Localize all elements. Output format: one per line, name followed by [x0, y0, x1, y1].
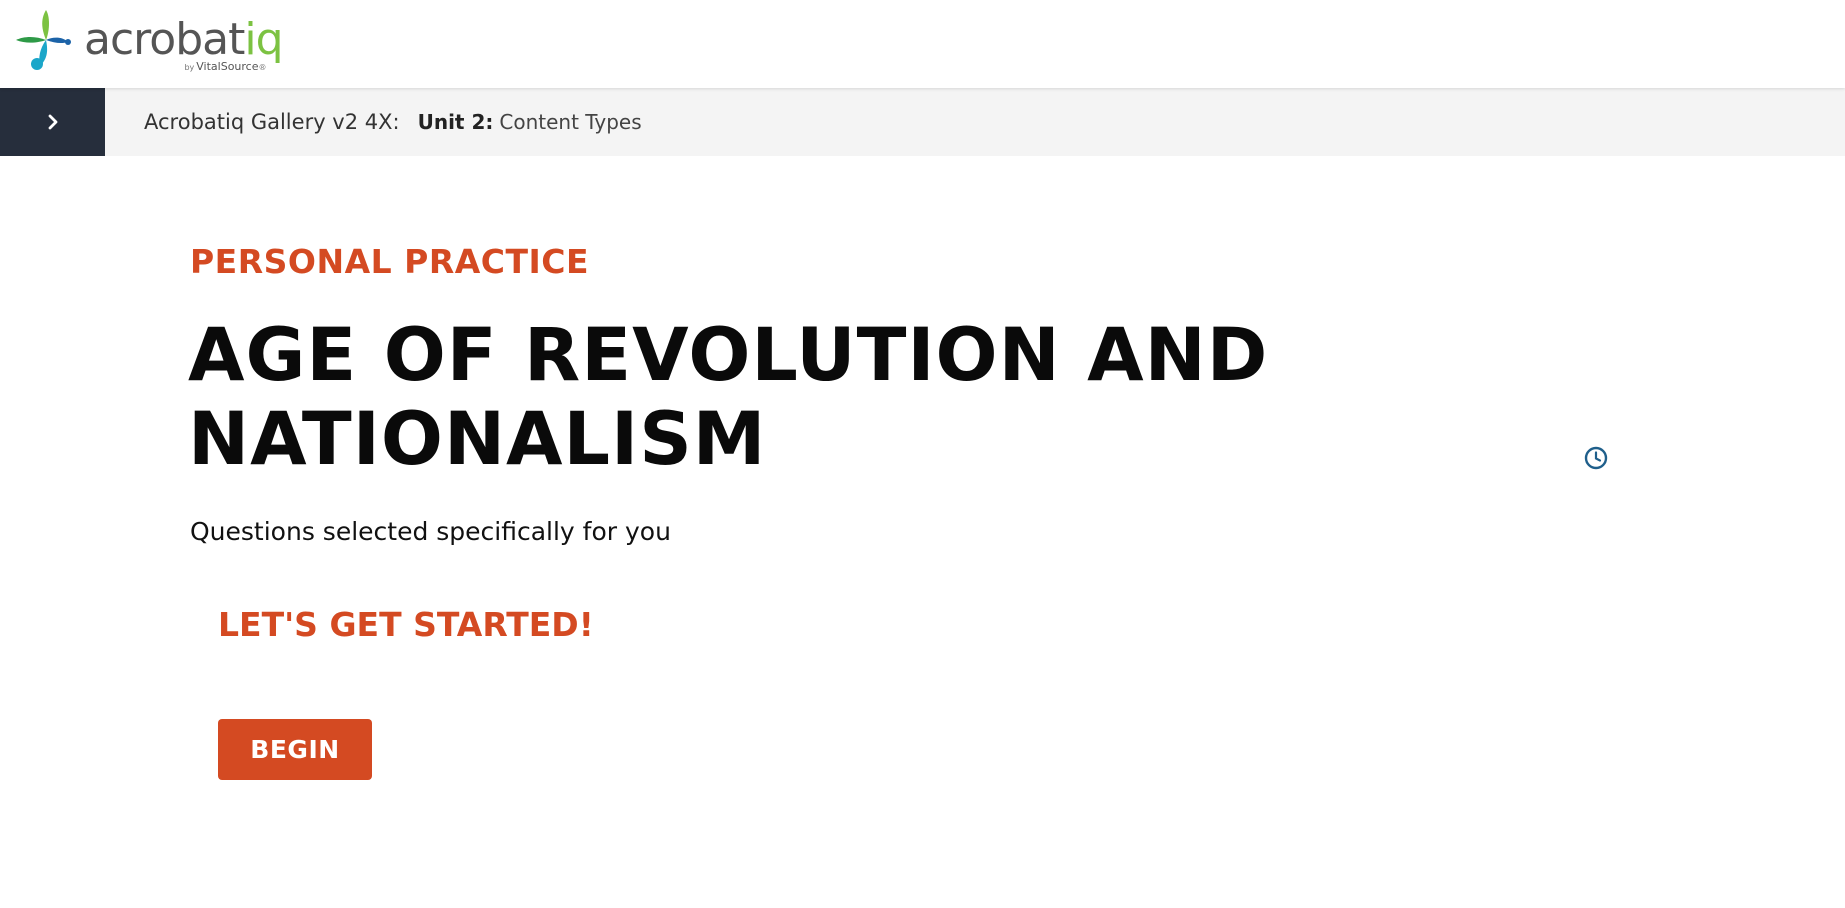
sidebar-toggle-button[interactable] — [0, 88, 105, 156]
breadcrumb-bar: Acrobatiq Gallery v2 4X: Unit 2: Content… — [0, 88, 1845, 156]
acrobatiq-logo-mark-icon — [16, 10, 71, 70]
breadcrumb-unit-label: Unit 2: — [417, 110, 494, 134]
main-content: PERSONAL PRACTICE AGE OF REVOLUTION AND … — [0, 156, 1845, 908]
get-started-heading: LET'S GET STARTED! — [218, 605, 594, 644]
chevron-right-icon — [48, 114, 57, 130]
page-subtitle: Questions selected specifically for you — [190, 517, 671, 546]
activity-type-label: PERSONAL PRACTICE — [190, 242, 590, 281]
logo-wordmark: acrobatiq — [84, 14, 284, 65]
breadcrumb-unit-topic[interactable]: Content Types — [499, 110, 641, 134]
top-bar: acrobatiq by VitalSource® — [0, 0, 1845, 88]
breadcrumb-course[interactable]: Acrobatiq Gallery v2 4X: — [144, 110, 400, 134]
acrobatiq-logo[interactable]: acrobatiq by VitalSource® — [12, 6, 284, 76]
logo-text: acrobatiq by VitalSource® — [84, 6, 284, 74]
breadcrumb: Acrobatiq Gallery v2 4X: Unit 2: Content… — [144, 110, 642, 134]
clock-icon[interactable] — [1583, 445, 1609, 471]
begin-button[interactable]: BEGIN — [218, 719, 372, 780]
page-title: AGE OF REVOLUTION AND NATIONALISM — [188, 313, 1269, 482]
logo-byline: by VitalSource® — [184, 60, 267, 73]
